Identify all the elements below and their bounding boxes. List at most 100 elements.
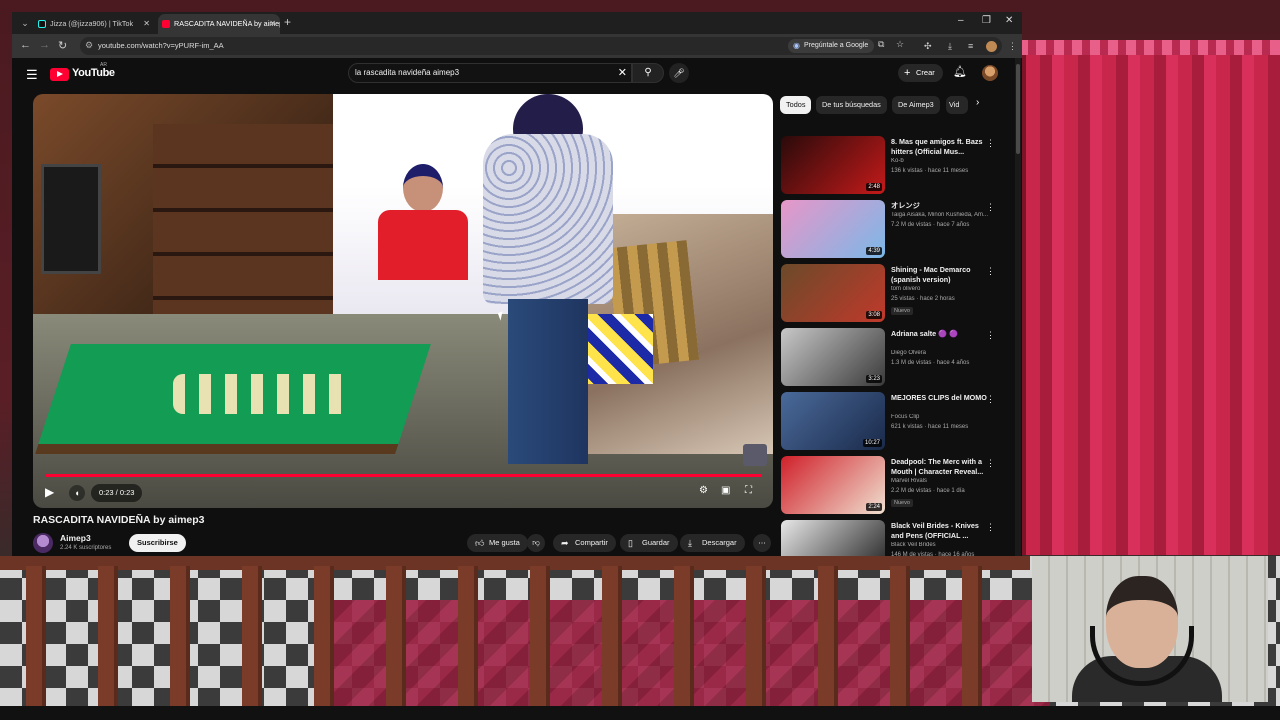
reload-icon[interactable]: ↻	[58, 39, 67, 52]
more-options-icon[interactable]: ⋮	[986, 138, 995, 149]
microphone-icon: 🎤︎	[673, 68, 685, 78]
video-thumbnail[interactable]: 10:27	[781, 392, 885, 450]
subscribe-button[interactable]: Suscribirse	[129, 534, 186, 552]
recommendation-item[interactable]: 10:27 MEJORES CLIPS del MOMO Focus Clip 621…	[781, 392, 1006, 450]
video-duration: 2:24	[866, 503, 882, 511]
search-input[interactable]: la rascadita navideña aimep3 ✕	[348, 63, 632, 83]
recommendation-title[interactable]: Deadpool: The Merc with a Mouth | Charac…	[891, 457, 987, 477]
extensions-icon[interactable]: ✣	[924, 41, 932, 52]
new-tab-button[interactable]: +	[284, 15, 291, 29]
forward-icon[interactable]: →	[39, 39, 50, 51]
chevron-right-icon[interactable]: ›	[976, 97, 979, 108]
recommendation-meta: 2.2 M de vistas · hace 1 día	[891, 488, 965, 494]
video-thumbnail[interactable]: 2:24	[781, 456, 885, 514]
scrollbar-thumb[interactable]	[1016, 64, 1020, 154]
chip-de-tus-busquedas[interactable]: De tus búsquedas	[816, 96, 887, 114]
recommendation-channel[interactable]: Black Veil Brides	[891, 542, 991, 548]
address-bar[interactable]: ⚙ youtube.com/watch?v=yPURF-im_AA ◉ Preg…	[80, 37, 1002, 55]
notifications-bell-icon[interactable]: 🔔︎	[953, 65, 967, 78]
download-button[interactable]: ⤓ Descargar	[680, 534, 745, 552]
recommendation-channel[interactable]: Diego Olvera	[891, 350, 991, 356]
recommendation-item[interactable]: 3:23 Adriana salte 🟣 🟣 Diego Olvera 1.3 M d…	[781, 328, 1006, 386]
recommendation-title[interactable]: オレンジ	[891, 201, 987, 211]
save-button[interactable]: ▯ Guardar	[620, 534, 678, 552]
youtube-page: ☰ YouTube AR la rascadita navideña aimep…	[12, 58, 1022, 556]
chip-todos[interactable]: Todos	[780, 96, 812, 114]
recommendation-item[interactable]: Black Veil Brides - Knives and Pens (OFF…	[781, 520, 1006, 556]
search-button[interactable]: ⚲	[632, 63, 664, 83]
progress-bar[interactable]	[45, 474, 761, 477]
recommendation-item[interactable]: 4:39 オレンジ Taiga Aisaka, Minori Kushieda, A…	[781, 200, 1006, 258]
video-duration: 10:27	[862, 439, 882, 447]
dislike-button[interactable]: 👎︎	[527, 534, 545, 552]
more-options-icon[interactable]: ⋮	[986, 202, 995, 213]
more-actions-button[interactable]: ⋯	[753, 534, 771, 552]
recommendation-channel[interactable]: tom olivero	[891, 286, 991, 292]
voice-search-button[interactable]: 🎤︎	[669, 63, 689, 83]
recommendation-channel[interactable]: Taiga Aisaka, Minori Kushieda, Am...	[891, 212, 991, 218]
site-info-icon[interactable]: ⚙	[85, 40, 93, 51]
channel-label: Marvel Rivals	[891, 478, 928, 484]
close-window-button[interactable]: ✕	[1005, 15, 1013, 26]
maximize-button[interactable]: ❐	[982, 15, 991, 26]
profile-avatar[interactable]	[986, 41, 997, 52]
tab-tiktok[interactable]: Jizza (@jizza906) | TikTok ✕	[34, 14, 154, 34]
end-screen-thumbnail[interactable]	[743, 444, 767, 466]
tab-label: Jizza (@jizza906) | TikTok	[50, 19, 134, 28]
search-query: la rascadita navideña aimep3	[355, 68, 460, 77]
save-label: Guardar	[642, 538, 670, 547]
video-thumbnail[interactable]: 3:23	[781, 328, 885, 386]
video-thumbnail[interactable]	[781, 520, 885, 556]
video-thumbnail[interactable]: 4:39	[781, 200, 885, 258]
channel-avatar[interactable]	[33, 533, 53, 553]
cast-icon[interactable]: ⧉	[878, 39, 884, 50]
download-icon[interactable]: ⤓	[948, 41, 952, 52]
settings-gear-icon[interactable]: ⚙	[699, 485, 708, 496]
volume-icon[interactable]: ◖	[69, 485, 85, 501]
media-icon[interactable]: ≡	[968, 41, 973, 51]
tab-search-button[interactable]: ⌄	[18, 16, 32, 30]
more-options-icon[interactable]: ⋮	[986, 330, 995, 341]
video-thumbnail[interactable]: 3:08	[781, 264, 885, 322]
recommendation-channel[interactable]: Marvel Rivals	[891, 478, 991, 484]
chip-videos[interactable]: Vid	[946, 96, 968, 114]
more-options-icon[interactable]: ⋮	[986, 458, 995, 469]
tab-youtube[interactable]: RASCADITA NAVIDEÑA by aimep3 ✕	[158, 14, 280, 34]
fullscreen-icon[interactable]: ⛶	[745, 485, 752, 496]
recommendation-title[interactable]: Black Veil Brides - Knives and Pens (OFF…	[891, 521, 987, 541]
ask-google-button[interactable]: ◉ Pregúntale a Google	[788, 39, 875, 53]
play-button[interactable]: ▶	[45, 485, 54, 499]
like-button[interactable]: 👍︎ Me gusta	[467, 534, 528, 552]
recommendation-item[interactable]: 3:08 Shining - Mac Demarco (spanish versi…	[781, 264, 1006, 322]
recommendation-channel[interactable]: Focus Clip	[891, 414, 991, 420]
youtube-logo-text: YouTube	[72, 67, 115, 79]
channel-name[interactable]: Aimep3	[60, 533, 91, 543]
miniplayer-icon[interactable]: ▣	[721, 485, 730, 496]
thumbs-down-icon: 👎︎	[532, 538, 540, 547]
video-thumbnail[interactable]: 2:48	[781, 136, 885, 194]
more-options-icon[interactable]: ⋮	[986, 522, 995, 533]
close-tab-icon[interactable]: ✕	[269, 14, 276, 34]
clear-search-icon[interactable]: ✕	[618, 64, 627, 82]
hamburger-menu-icon[interactable]: ☰	[26, 67, 38, 83]
back-icon[interactable]: ←	[20, 39, 31, 51]
minimize-button[interactable]: –	[958, 15, 964, 26]
chip-de-aimep3[interactable]: De Aimep3	[892, 96, 940, 114]
recommendation-channel[interactable]: Ko-b	[891, 158, 991, 164]
account-avatar[interactable]	[982, 65, 998, 81]
share-button[interactable]: ➦ Compartir	[553, 534, 616, 552]
bookmark-star-icon[interactable]: ☆	[896, 39, 904, 50]
recommendation-meta: 136 k vistas · hace 11 meses	[891, 168, 969, 174]
create-button[interactable]: + Crear	[898, 64, 943, 82]
recommendation-item[interactable]: 2:24 Deadpool: The Merc with a Mouth | Ch…	[781, 456, 1006, 514]
more-options-icon[interactable]: ⋮	[986, 394, 995, 405]
recommendation-title[interactable]: Adriana salte 🟣 🟣	[891, 329, 987, 339]
more-options-icon[interactable]: ⋮	[986, 266, 995, 277]
recommendation-title[interactable]: Shining - Mac Demarco (spanish version)	[891, 265, 987, 285]
recommendation-title[interactable]: 8. Mas que amigos ft. Bazs hitters (Offi…	[891, 137, 987, 157]
recommendation-title[interactable]: MEJORES CLIPS del MOMO	[891, 393, 987, 403]
video-player[interactable]: ▶ ◖ 0:23 / 0:23 ⚙ ▣ ⛶	[33, 94, 773, 508]
browser-menu-icon[interactable]: ⋮	[1008, 41, 1017, 52]
recommendation-item[interactable]: 2:48 8. Mas que amigos ft. Bazs hitters (…	[781, 136, 1006, 194]
close-tab-icon[interactable]: ✕	[143, 14, 150, 34]
